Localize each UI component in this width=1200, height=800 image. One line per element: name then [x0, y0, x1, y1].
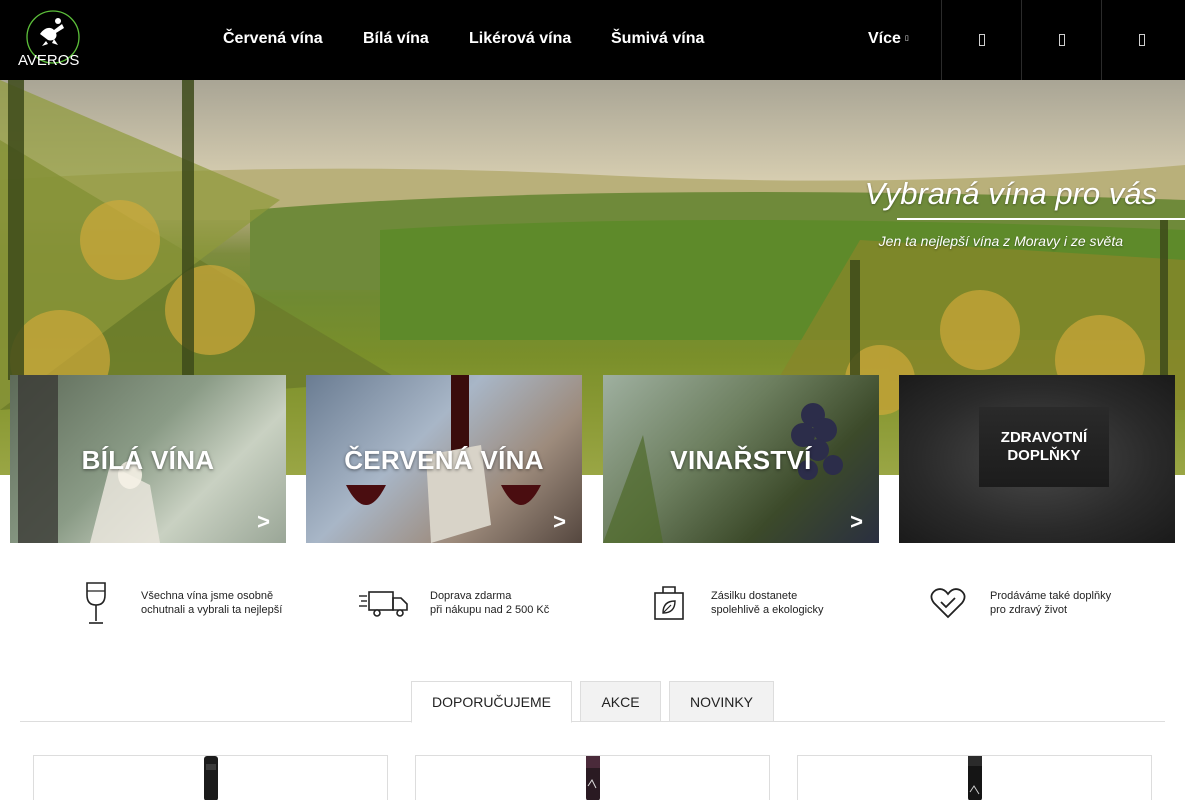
feature-text-line1: Prodáváme také doplňky [990, 590, 1112, 602]
account-button[interactable] [1021, 0, 1101, 80]
feature-eco-delivery: Zásilku dostanete spolehlivě a ekologick… [644, 580, 824, 626]
feature-supplements: Prodáváme také doplňky pro zdravý život [923, 580, 1111, 626]
category-title-line1: ZDRAVOTNÍ [1000, 429, 1088, 446]
search-button[interactable] [941, 0, 1021, 80]
category-card-zdravotni-doplnky[interactable]: ZDRAVOTNÍ DOPLŇKY [899, 375, 1175, 543]
product-card[interactable] [797, 755, 1152, 800]
category-card-bila-vina[interactable]: BÍLÁ VÍNA > [10, 375, 286, 543]
nav-more-dropdown[interactable]: Více ▯ [868, 29, 909, 49]
tab-akce[interactable]: AKCE [580, 681, 661, 722]
category-title: VINAŘSTVÍ [670, 445, 812, 475]
feature-text-line2: při nákupu nad 2 500 Kč [430, 604, 550, 616]
nav-more-label: Více [868, 30, 901, 48]
tab-doporucujeme[interactable]: DOPORUČUJEME [411, 681, 572, 723]
category-title: BÍLÁ VÍNA [81, 445, 215, 475]
wine-bottle-image [967, 756, 982, 800]
feature-text-line1: Doprava zdarma [430, 590, 512, 602]
arrow-right-icon: > [850, 509, 863, 534]
hero-divider [897, 218, 1185, 220]
arrow-right-icon: > [257, 509, 270, 534]
nav-likerova-vina[interactable]: Likérová vína [469, 29, 571, 49]
category-title-line2: DOPLŇKY [1007, 447, 1081, 464]
svg-text:AVEROS: AVEROS [18, 52, 79, 68]
feature-text-line2: spolehlivě a ekologicky [711, 604, 824, 616]
arrow-right-icon: > [553, 509, 566, 534]
truck-icon [359, 581, 409, 625]
product-card[interactable] [415, 755, 770, 800]
top-header: AVEROS Červená vína Bílá vína Likérová v… [0, 0, 1185, 80]
search-icon [978, 34, 985, 46]
cart-button[interactable] [1101, 0, 1181, 80]
cart-icon [1138, 34, 1145, 46]
category-title: ČERVENÁ VÍNA [344, 445, 544, 475]
app-root: AVEROS Červená vína Bílá vína Likérová v… [0, 0, 1185, 800]
heart-check-icon [923, 581, 973, 625]
category-card-cervena-vina[interactable]: ČERVENÁ VÍNA > [306, 375, 582, 543]
wine-glass-icon [71, 581, 121, 625]
feature-text-line2: pro zdravý život [990, 604, 1068, 616]
category-card-vinarstvi[interactable]: VINAŘSTVÍ > [603, 375, 879, 543]
feature-text-line1: Všechna vína jsme osobně [141, 590, 274, 602]
wine-bottle-image [203, 756, 218, 800]
tab-novinky[interactable]: NOVINKY [669, 681, 774, 722]
chevron-down-icon: ▯ [904, 35, 909, 42]
eco-bag-icon [644, 581, 694, 625]
nav-cervena-vina[interactable]: Červená vína [223, 29, 323, 49]
nav-sumiva-vina[interactable]: Šumivá vína [611, 29, 704, 49]
feature-tasted: Všechna vína jsme osobně ochutnali a vyb… [71, 580, 282, 626]
nav-bila-vina[interactable]: Bílá vína [363, 29, 429, 49]
hero-title: Vybraná vína pro vás [864, 176, 1157, 211]
user-icon [1058, 34, 1065, 46]
hero-subtitle: Jen ta nejlepší vína z Moravy i ze světa [878, 233, 1123, 249]
wine-bottle-image [585, 756, 600, 800]
feature-free-shipping: Doprava zdarma při nákupu nad 2 500 Kč [359, 580, 549, 626]
feature-text-line1: Zásilku dostanete [711, 590, 798, 602]
averos-logo[interactable]: AVEROS [18, 10, 90, 69]
category-sign: ZDRAVOTNÍ DOPLŇKY [979, 407, 1109, 487]
feature-text-line2: ochutnali a vybrali ta nejlepší [141, 604, 283, 616]
product-card[interactable] [33, 755, 388, 800]
